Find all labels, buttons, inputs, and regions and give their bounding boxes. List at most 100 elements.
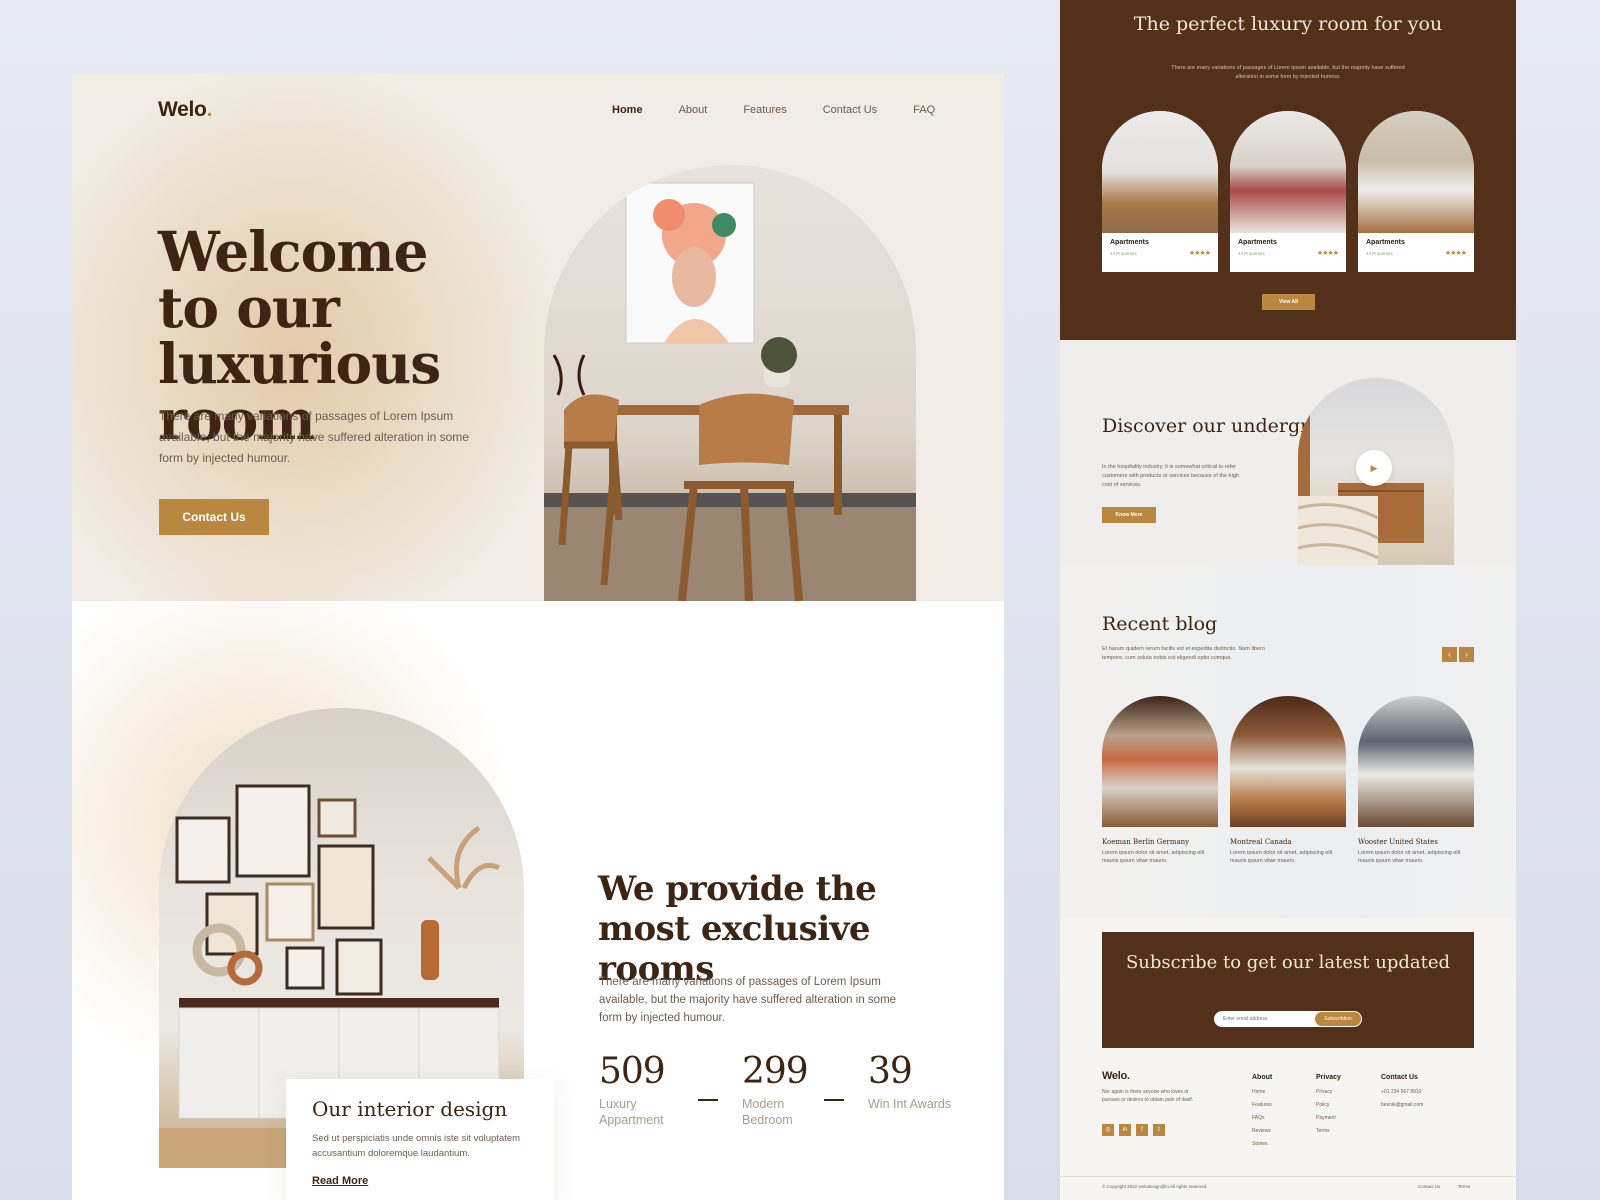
footer-link[interactable]: Policy: [1316, 1102, 1341, 1108]
blog-card[interactable]: Wooster United States Lorem ipsum dolor …: [1358, 696, 1474, 865]
stat-divider: [698, 1099, 718, 1101]
room-name: Apartments: [1238, 239, 1277, 246]
nav-home[interactable]: Home: [612, 104, 643, 116]
landing-page: Welo. Home About Features Contact Us FAQ…: [72, 74, 1004, 1200]
blog-image: [1102, 696, 1218, 827]
footer-link[interactable]: Payment: [1316, 1115, 1341, 1121]
room-card[interactable]: Apartments 43 Properties ★★★★: [1102, 111, 1218, 272]
facebook-icon[interactable]: f: [1136, 1124, 1148, 1136]
contact-us-button[interactable]: Contact Us: [159, 499, 269, 535]
footer-about: Nor again is there anyone who loves or p…: [1102, 1089, 1194, 1103]
discover-description: In the hospitality industry, it is somew…: [1102, 464, 1239, 488]
footer: Welo. Nor again is there anyone who love…: [1060, 1060, 1516, 1200]
blog-text: Lorem ipsum dolor sit amet, adipiscing e…: [1230, 850, 1333, 864]
blog-location: Wooster United States: [1358, 838, 1438, 846]
stat-awards: 39 Win Int Awards: [868, 1051, 958, 1112]
room-name: Apartments: [1110, 239, 1149, 246]
footer-column-privacy: Privacy Privacy Policy Payment Terms: [1316, 1074, 1341, 1141]
hero-room-image: [544, 165, 916, 601]
blog-section: Recent blog Et harum quidem rerum facili…: [1060, 565, 1516, 918]
read-more-link[interactable]: Read More: [312, 1175, 528, 1187]
view-all-button[interactable]: View All: [1262, 294, 1315, 310]
footer-link[interactable]: Features: [1252, 1102, 1272, 1108]
blog-card[interactable]: Montreal Canada Lorem ipsum dolor sit am…: [1230, 696, 1346, 865]
footer-bottom-link-contact[interactable]: Contact Us: [1418, 1184, 1440, 1189]
stat-label: Luxury Appartment: [599, 1097, 664, 1127]
rooms-title: The perfect luxury room for you: [1133, 13, 1443, 35]
footer-phone[interactable]: +01 234 567 8910: [1381, 1089, 1423, 1095]
stat-luxury: 509 Luxury Appartment: [599, 1051, 689, 1128]
blog-text: Lorem ipsum dolor sit amet, adipiscing e…: [1358, 850, 1461, 864]
rating-stars-icon: ★★★★: [1316, 250, 1339, 257]
twitter-icon[interactable]: t: [1153, 1124, 1165, 1136]
nav-about[interactable]: About: [679, 104, 708, 116]
footer-heading: Privacy: [1316, 1074, 1341, 1081]
hero-section: Welo. Home About Features Contact Us FAQ…: [72, 74, 1004, 601]
blog-location: Montreal Canada: [1230, 838, 1292, 846]
blog-image: [1230, 696, 1346, 827]
blog-text: Lorem ipsum dolor sit amet, adipiscing e…: [1102, 850, 1205, 864]
footer-column-about: About Home Features FAQs Reviews Stories: [1252, 1074, 1272, 1154]
footer-bottom-link-terms[interactable]: Terms: [1458, 1184, 1470, 1189]
footer-bottom-bar: © Copyright 2022 welodesign@in.All right…: [1060, 1176, 1516, 1200]
subscribe-section: Subscribe to get our latest updated Subs…: [1102, 932, 1474, 1048]
nav-faq[interactable]: FAQ: [913, 104, 935, 116]
footer-link[interactable]: Terms: [1316, 1128, 1341, 1134]
blog-card[interactable]: Koeman Berlin Germany Lorem ipsum dolor …: [1102, 696, 1218, 865]
blog-description: Et harum quidem rerum facilis est et exp…: [1102, 646, 1265, 661]
room-image-bedroom: [1230, 111, 1346, 233]
about-description: There are many variations of passages of…: [599, 976, 897, 1024]
detail-page: The perfect luxury room for you There ar…: [1060, 0, 1516, 1200]
stat-number: 509: [599, 1051, 666, 1092]
interior-card-title: Our interior design: [312, 1097, 508, 1121]
main-nav: Home About Features Contact Us FAQ: [612, 104, 971, 116]
instagram-icon[interactable]: ◎: [1102, 1124, 1114, 1136]
discover-section: Discover our underground In the hospital…: [1060, 340, 1516, 565]
stat-divider: [824, 1099, 844, 1101]
stat-number: 299: [742, 1051, 809, 1092]
stat-number: 39: [868, 1051, 913, 1092]
footer-email[interactable]: besnik@gmail.com: [1381, 1102, 1423, 1108]
stat-label: Win Int Awards: [868, 1097, 952, 1111]
rooms-section: The perfect luxury room for you There ar…: [1060, 0, 1516, 340]
nav-contact-us[interactable]: Contact Us: [823, 104, 877, 116]
next-arrow-icon[interactable]: ›: [1459, 647, 1474, 662]
blog-title: Recent blog: [1102, 613, 1218, 635]
rooms-description: There are many variations of passages of…: [1171, 65, 1405, 80]
subscribe-button[interactable]: Subscribtion: [1315, 1012, 1361, 1026]
footer-link[interactable]: Reviews: [1252, 1128, 1272, 1134]
linkedin-icon[interactable]: in: [1119, 1124, 1131, 1136]
footer-heading: Contact Us: [1381, 1074, 1418, 1081]
room-count: 43 Properties: [1366, 251, 1393, 256]
footer-link[interactable]: Home: [1252, 1089, 1272, 1095]
footer-link[interactable]: FAQs: [1252, 1115, 1272, 1121]
logo[interactable]: Welo.: [158, 98, 212, 122]
rating-stars-icon: ★★★★: [1188, 250, 1211, 257]
about-section: Our interior design Sed ut perspiciatis …: [72, 561, 1004, 1200]
room-card[interactable]: Apartments 43 Properties ★★★★: [1230, 111, 1346, 272]
footer-heading: About: [1252, 1074, 1273, 1081]
social-links: ◎ in f t: [1102, 1124, 1165, 1136]
nav-features[interactable]: Features: [743, 104, 786, 116]
room-count: 43 Properties: [1110, 251, 1137, 256]
footer-logo[interactable]: Welo.: [1102, 1070, 1130, 1082]
room-card[interactable]: Apartments 43 Properties ★★★★: [1358, 111, 1474, 272]
interior-card-description: Sed ut perspiciatis unde omnis iste sit …: [312, 1133, 521, 1159]
footer-link[interactable]: Privacy: [1316, 1089, 1341, 1095]
rating-stars-icon: ★★★★: [1444, 250, 1467, 257]
room-count: 43 Properties: [1238, 251, 1265, 256]
dining-room-illustration: [544, 182, 916, 601]
blog-location: Koeman Berlin Germany: [1102, 838, 1190, 846]
stat-label: Modern Bedroom: [742, 1097, 793, 1127]
footer-column-contact: Contact Us +01 234 567 8910 besnik@gmail…: [1381, 1074, 1423, 1115]
about-title: We provide the most exclusive rooms: [598, 869, 877, 989]
room-image-kitchen: [1102, 111, 1218, 233]
know-more-button[interactable]: Know More: [1102, 507, 1156, 523]
footer-link[interactable]: Stories: [1252, 1141, 1272, 1147]
room-name: Apartments: [1366, 239, 1405, 246]
blog-image: [1358, 696, 1474, 827]
stat-modern: 299 Modern Bedroom: [742, 1051, 832, 1128]
play-icon[interactable]: ▶: [1356, 450, 1392, 486]
copyright: © Copyright 2022 welodesign@in.All right…: [1102, 1184, 1208, 1189]
prev-arrow-icon[interactable]: ‹: [1442, 647, 1457, 662]
